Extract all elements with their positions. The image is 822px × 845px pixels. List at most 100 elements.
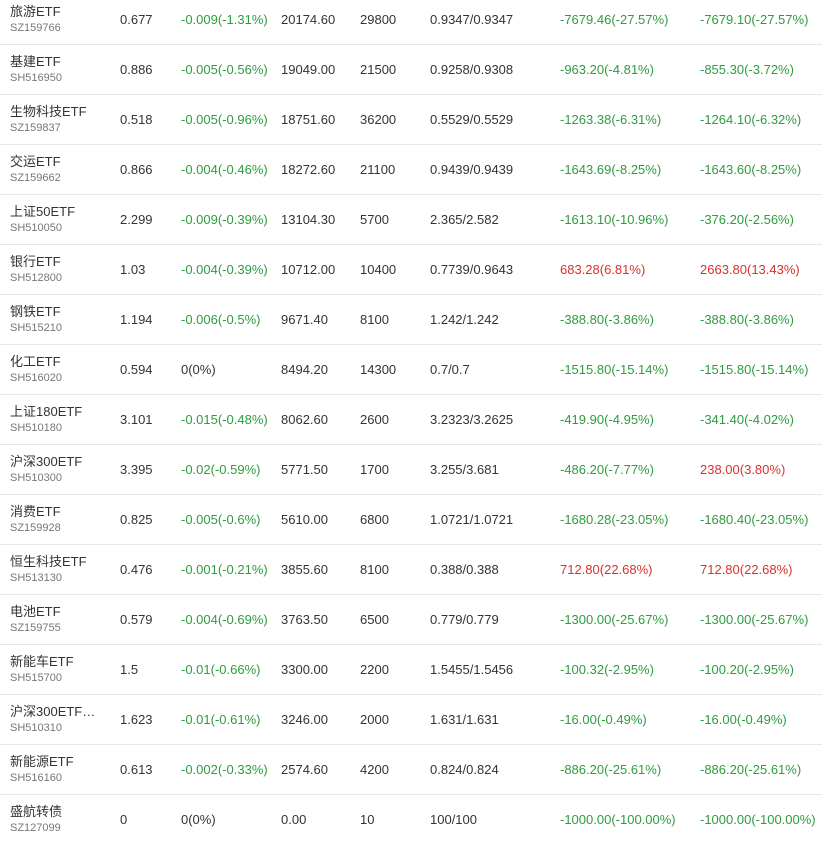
holding-row[interactable]: 上证180ETF SH510180 3.101 -0.015(-0.48%) 8… [0,395,822,445]
holding-row[interactable]: 钢铁ETF SH515210 1.194 -0.006(-0.5%) 9671.… [0,295,822,345]
holding-row[interactable]: 新能车ETF SH515700 1.5 -0.01(-0.66%) 3300.0… [0,645,822,695]
market-value: 8494.20 [281,362,328,377]
holding-row[interactable]: 沪深300ETF SH510300 3.395 -0.02(-0.59%) 57… [0,445,822,495]
fund-code: SZ159755 [10,622,61,634]
current-price: 0.677 [120,12,153,27]
price-change: -0.02(-0.59%) [181,462,261,477]
cost-price: 3.255/3.681 [430,462,499,477]
holding-quantity: 1700 [360,462,389,477]
floating-profit-loss: -388.80(-3.86%) [700,312,794,327]
holding-profit-loss: -486.20(-7.77%) [560,462,654,477]
market-value: 8062.60 [281,412,328,427]
cost-price: 3.2323/3.2625 [430,412,514,427]
fund-name-cell: 旅游ETF SZ159766 [10,0,108,44]
price-change: -0.004(-0.69%) [181,612,268,627]
holding-profit-loss: -100.32(-2.95%) [560,662,654,677]
holding-quantity: 21500 [360,62,397,77]
holding-quantity: 2000 [360,712,389,727]
holding-quantity: 2600 [360,412,389,427]
floating-profit-loss: -341.40(-4.02%) [700,412,794,427]
price-change: -0.015(-0.48%) [181,412,268,427]
current-price: 0 [120,812,128,827]
market-value: 13104.30 [281,212,336,227]
holding-row[interactable]: 基建ETF SH516950 0.886 -0.005(-0.56%) 1904… [0,45,822,95]
market-value: 3763.50 [281,612,328,627]
holding-row[interactable]: 电池ETF SZ159755 0.579 -0.004(-0.69%) 3763… [0,595,822,645]
fund-code: SH516160 [10,772,62,784]
market-value: 19049.00 [281,62,336,77]
current-price: 1.194 [120,312,153,327]
floating-profit-loss: -886.20(-25.61%) [700,762,802,777]
holding-quantity: 29800 [360,12,397,27]
fund-code: SZ159928 [10,522,61,534]
holding-row[interactable]: 银行ETF SH512800 1.03 -0.004(-0.39%) 10712… [0,245,822,295]
holding-quantity: 14300 [360,362,397,377]
cost-price: 0.779/0.779 [430,612,499,627]
holding-row[interactable]: 上证50ETF SH510050 2.299 -0.009(-0.39%) 13… [0,195,822,245]
fund-code: SZ127099 [10,822,61,834]
fund-code: SH510310 [10,722,62,734]
holding-row[interactable]: 沪深300ETF… SH510310 1.623 -0.01(-0.61%) 3… [0,695,822,745]
market-value: 3246.00 [281,712,328,727]
holding-row[interactable]: 化工ETF SH516020 0.594 0(0%) 8494.20 14300… [0,345,822,395]
holding-row[interactable]: 旅游ETF SZ159766 0.677 -0.009(-1.31%) 2017… [0,0,822,45]
fund-name: 化工ETF [10,354,61,369]
current-price: 3.101 [120,412,153,427]
holding-row[interactable]: 消费ETF SZ159928 0.825 -0.005(-0.6%) 5610.… [0,495,822,545]
price-change: -0.002(-0.33%) [181,762,268,777]
fund-name: 沪深300ETF… [10,704,96,719]
floating-profit-loss: -1300.00(-25.67%) [700,612,809,627]
holdings-table-body: 旅游ETF SZ159766 0.677 -0.009(-1.31%) 2017… [0,0,822,845]
holding-profit-loss: 712.80(22.68%) [560,562,653,577]
holding-row[interactable]: 新能源ETF SH516160 0.613 -0.002(-0.33%) 257… [0,745,822,795]
market-value: 3300.00 [281,662,328,677]
cost-price: 1.242/1.242 [430,312,499,327]
cost-price: 1.5455/1.5456 [430,662,514,677]
holding-quantity: 4200 [360,762,389,777]
fund-name-cell: 钢铁ETF SH515210 [10,295,108,344]
fund-name: 电池ETF [10,604,61,619]
holding-profit-loss: 683.28(6.81%) [560,262,646,277]
fund-name: 生物科技ETF [10,104,87,119]
market-value: 0.00 [281,812,307,827]
price-change: 0(0%) [181,812,216,827]
fund-name-cell: 基建ETF SH516950 [10,45,108,94]
current-price: 0.476 [120,562,153,577]
current-price: 1.623 [120,712,153,727]
fund-code: SH510180 [10,422,62,434]
current-price: 0.518 [120,112,153,127]
fund-name-cell: 沪深300ETF SH510300 [10,445,108,494]
holding-profit-loss: -16.00(-0.49%) [560,712,647,727]
cost-price: 1.631/1.631 [430,712,499,727]
holding-row[interactable]: 恒生科技ETF SH513130 0.476 -0.001(-0.21%) 38… [0,545,822,595]
market-value: 18751.60 [281,112,336,127]
market-value: 5610.00 [281,512,328,527]
fund-name: 消费ETF [10,504,61,519]
floating-profit-loss: -1264.10(-6.32%) [700,112,802,127]
price-change: -0.004(-0.39%) [181,262,268,277]
current-price: 2.299 [120,212,153,227]
current-price: 3.395 [120,462,153,477]
floating-profit-loss: -1643.60(-8.25%) [700,162,802,177]
cost-price: 0.5529/0.5529 [430,112,514,127]
fund-name: 银行ETF [10,254,61,269]
fund-name-cell: 沪深300ETF… SH510310 [10,695,108,744]
market-value: 18272.60 [281,162,336,177]
holding-quantity: 6500 [360,612,389,627]
price-change: -0.009(-1.31%) [181,12,268,27]
fund-name: 旅游ETF [10,4,61,19]
holding-row[interactable]: 生物科技ETF SZ159837 0.518 -0.005(-0.96%) 18… [0,95,822,145]
fund-name-cell: 新能源ETF SH516160 [10,745,108,794]
price-change: -0.009(-0.39%) [181,212,268,227]
holding-quantity: 10400 [360,262,397,277]
holding-profit-loss: -1300.00(-25.67%) [560,612,669,627]
holding-row[interactable]: 交运ETF SZ159662 0.866 -0.004(-0.46%) 1827… [0,145,822,195]
fund-name: 恒生科技ETF [10,554,87,569]
holding-row[interactable]: 盛航转债 SZ127099 0 0(0%) 0.00 10 100/100 -1… [0,795,822,845]
fund-name: 钢铁ETF [10,304,61,319]
fund-name-cell: 银行ETF SH512800 [10,245,108,294]
fund-name-cell: 上证180ETF SH510180 [10,395,108,444]
floating-profit-loss: -100.20(-2.95%) [700,662,794,677]
fund-name: 盛航转债 [10,804,63,819]
current-price: 0.866 [120,162,153,177]
